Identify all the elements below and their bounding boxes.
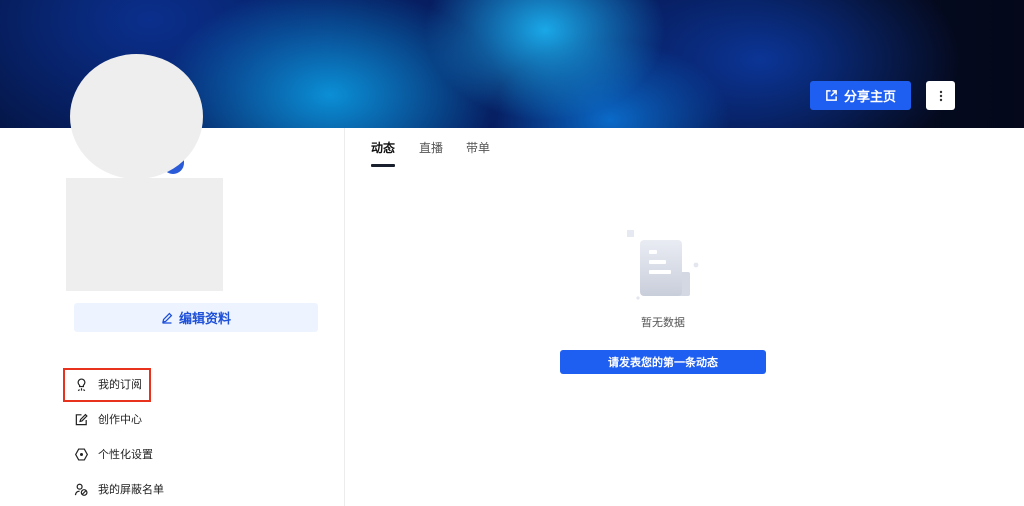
tab-posts[interactable]: 动态 xyxy=(371,139,395,156)
more-options-button[interactable] xyxy=(926,81,955,110)
sidebar-item-personalization[interactable]: 个性化设置 xyxy=(74,444,153,464)
profile-info-placeholder xyxy=(66,178,223,291)
sidebar-item-label: 我的订阅 xyxy=(98,378,142,391)
sidebar-item-creator-center[interactable]: 创作中心 xyxy=(74,409,142,429)
share-external-icon xyxy=(826,90,837,101)
active-tab-indicator xyxy=(371,164,395,167)
tab-live[interactable]: 直播 xyxy=(419,139,443,156)
tab-copy-trading[interactable]: 带单 xyxy=(466,139,490,156)
settings-hexagon-icon xyxy=(74,447,89,461)
sidebar-item-block-list[interactable]: 我的屏蔽名单 xyxy=(74,479,164,499)
share-homepage-label: 分享主页 xyxy=(843,89,896,104)
creator-center-icon xyxy=(75,413,88,425)
sidebar-item-my-subscriptions[interactable]: 我的订阅 xyxy=(74,374,142,394)
edit-profile-label: 编辑资料 xyxy=(178,311,231,326)
pencil-icon xyxy=(162,312,173,324)
edit-profile-button[interactable]: 编辑资料 xyxy=(74,303,318,332)
publish-first-post-button[interactable]: 请发表您的第一条动态 xyxy=(560,350,766,374)
avatar[interactable] xyxy=(70,54,203,179)
sidebar-item-label: 创作中心 xyxy=(98,413,142,426)
sidebar-item-label: 我的屏蔽名单 xyxy=(98,483,164,496)
sidebar-item-label: 个性化设置 xyxy=(98,448,153,461)
profile-page: 分享主页 编辑资料 我的订阅 创作中心 个性化设置 我的屏蔽名单 动态 直播 带… xyxy=(0,0,1024,506)
block-list-icon xyxy=(74,483,88,496)
empty-document-icon xyxy=(627,230,699,300)
subscription-icon xyxy=(77,377,86,391)
more-vertical-icon xyxy=(939,90,942,101)
empty-state-text: 暂无数据 xyxy=(641,316,685,329)
share-homepage-button[interactable]: 分享主页 xyxy=(810,81,911,110)
column-divider xyxy=(344,128,345,506)
